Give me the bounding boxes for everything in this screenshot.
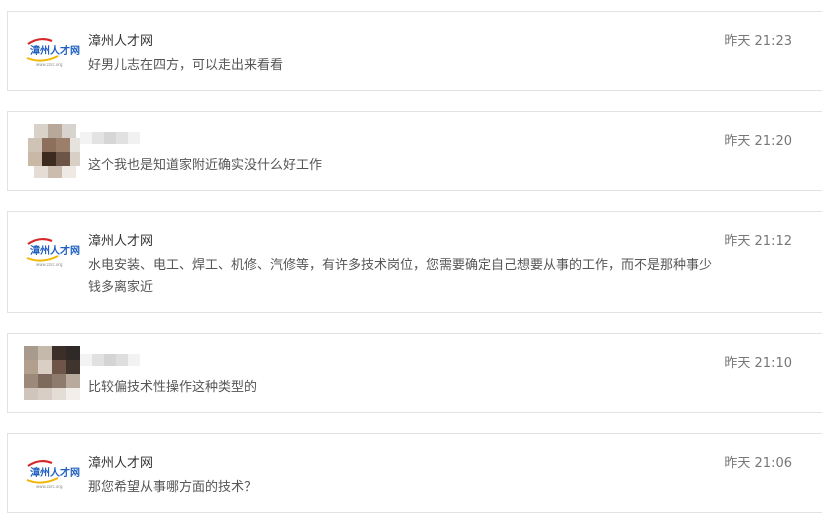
company-logo-avatar[interactable]: 漳州人才网 www.zzrc.org [24, 456, 82, 492]
message-timestamp: 昨天 21:06 [724, 456, 792, 471]
message-timestamp: 昨天 21:20 [724, 134, 792, 149]
user-avatar-blurred[interactable] [24, 122, 80, 178]
zzrc-logo-icon: 漳州人才网 www.zzrc.org [26, 37, 80, 67]
logo-url: www.zzrc.org [36, 484, 63, 489]
company-logo-avatar[interactable]: 漳州人才网 www.zzrc.org [24, 234, 82, 270]
sender-name: 漳州人才网 [88, 34, 154, 49]
sender-name-blurred [80, 348, 144, 370]
sender-name: 漳州人才网 [88, 234, 154, 249]
zzrc-logo-icon: 漳州人才网 www.zzrc.org [26, 459, 80, 489]
sender-name: 漳州人才网 [88, 456, 154, 471]
message-text: 比较偏技术性操作这种类型的 [88, 380, 258, 395]
message-timestamp: 昨天 21:23 [724, 34, 792, 49]
company-logo-avatar[interactable]: 漳州人才网 www.zzrc.org [24, 34, 82, 70]
logo-text: 漳州人才网 [30, 466, 80, 479]
message-timestamp: 昨天 21:12 [724, 234, 792, 249]
message-text: 好男儿志在四方，可以走出来看看 [88, 58, 284, 73]
logo-url: www.zzrc.org [36, 62, 63, 67]
message-timestamp: 昨天 21:10 [724, 356, 792, 371]
logo-text: 漳州人才网 [30, 244, 80, 257]
message-card[interactable]: 这个我也是知道家附近确实没什么好工作 昨天 21:20 [7, 111, 822, 191]
message-card[interactable]: 漳州人才网 www.zzrc.org 漳州人才网 好男儿志在四方，可以走出来看看… [7, 11, 822, 91]
message-card[interactable]: 漳州人才网 www.zzrc.org 漳州人才网 水电安装、电工、焊工、机修、汽… [7, 211, 822, 313]
blurred-name-icon [80, 132, 140, 144]
sender-name-blurred [80, 126, 144, 148]
user-avatar-blurred[interactable] [24, 344, 80, 400]
message-text: 这个我也是知道家附近确实没什么好工作 [88, 158, 323, 173]
message-card[interactable]: 比较偏技术性操作这种类型的 昨天 21:10 [7, 333, 822, 413]
blurred-name-icon [80, 354, 140, 366]
message-card[interactable]: 漳州人才网 www.zzrc.org 漳州人才网 那您希望从事哪方面的技术？ 昨… [7, 433, 822, 513]
logo-text: 漳州人才网 [30, 44, 80, 57]
zzrc-logo-icon: 漳州人才网 www.zzrc.org [26, 237, 80, 267]
blurred-photo-icon [24, 122, 80, 178]
chat-message-list: 漳州人才网 www.zzrc.org 漳州人才网 好男儿志在四方，可以走出来看看… [0, 0, 822, 518]
logo-url: www.zzrc.org [36, 262, 63, 267]
message-text: 那您希望从事哪方面的技术？ [88, 480, 258, 495]
message-text: 水电安装、电工、焊工、机修、汽修等，有许多技术岗位，您需要确定自己想要从事的工作… [88, 258, 713, 295]
blurred-photo-icon [24, 344, 80, 400]
